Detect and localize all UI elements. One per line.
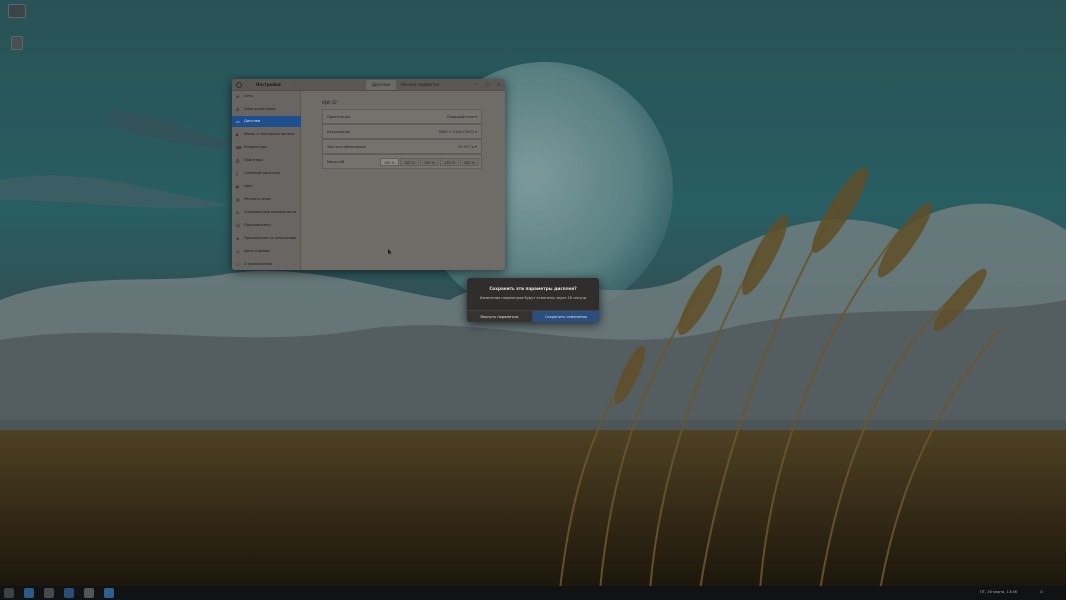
taskbar: ПТ, 16 марта, 13:46 ⏻	[0, 586, 1066, 600]
terminal-icon[interactable]	[44, 588, 54, 598]
refresh-rate-value: 29.97 Гц	[457, 145, 475, 149]
sidebar-item-label: Цвет	[244, 184, 254, 188]
displays-panel: HJW 32" Ориентация Ландшафтная ▾ Разреше…	[302, 91, 505, 270]
scale-option-150[interactable]: 150 %	[420, 158, 439, 166]
usb-drive-icon: ▯	[236, 171, 239, 176]
maximize-icon[interactable]: □	[486, 82, 490, 87]
settings-sidebar: ≋ Сеть ⏻ Электропитание ▭ Дисплеи ◖ Мышь и с…	[232, 91, 301, 270]
sidebar-item-printers[interactable]: ⎙ Принтеры	[232, 155, 301, 166]
sidebar-item-label: Дисплеи	[244, 119, 261, 123]
resolution-dropdown[interactable]: 3840 × 2160 (16:9) ▾	[438, 130, 477, 134]
sidebar-item-label: Сеть	[244, 94, 253, 98]
trash-icon	[11, 36, 23, 50]
desktop-icon-trash[interactable]	[6, 36, 28, 58]
sidebar-item-mouse[interactable]: ◖ Мышь и сенсорная панель	[232, 129, 301, 140]
browser-icon[interactable]	[64, 588, 74, 598]
clock-icon: ◷	[236, 249, 240, 254]
mouse-pointer-icon	[388, 249, 392, 255]
close-icon[interactable]: ×	[497, 82, 500, 87]
sidebar-item-label: Клавиатура	[244, 145, 267, 149]
keep-changes-button[interactable]: Сохранить изменения	[533, 310, 599, 322]
refresh-rate-label: Частота обновления	[327, 145, 366, 149]
chevron-down-icon: ▾	[475, 145, 477, 149]
search-icon[interactable]	[236, 82, 242, 88]
scale-option-175[interactable]: 175 %	[440, 158, 459, 166]
dialog-title: Сохранить эти параметры дисплея?	[489, 286, 577, 291]
chevron-down-icon: ▾	[475, 115, 477, 119]
accessibility-icon: ♿	[236, 210, 240, 215]
minimize-icon[interactable]: –	[475, 82, 477, 87]
sidebar-item-keyboard[interactable]: ⌨ Клавиатура	[232, 142, 301, 153]
scale-row: Масштаб 100 % 125 % 150 % 175 % 200 %	[322, 154, 482, 169]
sidebar-item-label: Приложения по умолчанию	[244, 236, 297, 240]
color-icon: ◐	[236, 184, 240, 189]
sidebar-item-label: Электропитание	[244, 107, 276, 111]
sidebar-item-region[interactable]: ◍ Регион и язык	[232, 194, 301, 205]
sidebar-item-label: Мышь и сенсорная панель	[244, 132, 295, 136]
scale-option-100[interactable]: 100 %	[380, 158, 399, 166]
printer-icon: ⎙	[236, 158, 240, 163]
orientation-dropdown[interactable]: Ландшафтная ▾	[447, 115, 477, 119]
refresh-rate-row[interactable]: Частота обновления 29.97 Гц ▾	[322, 139, 482, 154]
resolution-row[interactable]: Разрешение 3840 × 2160 (16:9) ▾	[322, 124, 482, 139]
sidebar-item-label: Принтеры	[244, 158, 264, 162]
sidebar-item-label: Регион и язык	[244, 197, 271, 201]
activities-icon[interactable]	[4, 588, 14, 598]
sidebar-item-label: Съёмный носитель	[244, 171, 281, 175]
tab-displays[interactable]: Дисплеи	[366, 80, 396, 90]
folder-icon	[8, 4, 26, 18]
sidebar-item-date-time[interactable]: ◷ Дата и время	[232, 246, 301, 257]
desktop-icon-home-folder[interactable]	[6, 4, 28, 26]
sidebar-item-label: Пользователи	[244, 223, 271, 227]
tab-night-light[interactable]: Ночная подсветка	[398, 80, 442, 90]
sidebar-item-label: Специальные возможности	[244, 210, 297, 214]
chevron-down-icon: ▾	[475, 130, 477, 134]
settings-window: Настройки ⋮ Дисплеи Ночная подсветка – □…	[232, 79, 505, 270]
scale-option-200[interactable]: 200 %	[460, 158, 479, 166]
window-titlebar: Настройки ⋮ Дисплеи Ночная подсветка – □…	[232, 79, 505, 91]
files-icon[interactable]	[24, 588, 34, 598]
orientation-value: Ландшафтная	[446, 115, 475, 119]
clock-display[interactable]: ПТ, 16 марта, 13:46	[980, 590, 1017, 594]
sidebar-item-network[interactable]: ≋ Сеть	[232, 91, 301, 102]
mouse-icon: ◖	[236, 132, 239, 137]
revert-settings-button[interactable]: Вернуть параметры	[467, 310, 533, 322]
keep-display-settings-dialog: Сохранить эти параметры дисплея? Изменен…	[467, 278, 599, 322]
users-icon: ☺	[236, 223, 241, 228]
sidebar-item-removable-media[interactable]: ▯ Съёмный носитель	[232, 168, 301, 179]
power-icon: ⏻	[236, 107, 240, 112]
refresh-rate-dropdown[interactable]: 29.97 Гц ▾	[458, 145, 477, 149]
dialog-message: Изменения параметров будут отменены чере…	[479, 296, 587, 300]
scale-label: Масштаб	[327, 160, 345, 164]
sidebar-item-displays[interactable]: ▭ Дисплеи	[232, 116, 301, 127]
active-app-icon[interactable]	[104, 588, 114, 598]
globe-icon: ◍	[236, 197, 240, 202]
sidebar-item-about[interactable]: ⓘ О приложении	[232, 259, 301, 270]
sidebar-item-accessibility[interactable]: ♿ Специальные возможности	[232, 207, 301, 218]
sidebar-item-power[interactable]: ⏻ Электропитание	[232, 104, 301, 115]
scale-option-125[interactable]: 125 %	[400, 158, 419, 166]
menu-icon[interactable]: ⋮	[292, 82, 296, 87]
keyboard-icon: ⌨	[236, 145, 242, 150]
system-tray-icon[interactable]: ⏻	[1040, 590, 1043, 594]
display-icon: ▭	[236, 119, 240, 124]
star-icon: ★	[236, 236, 240, 241]
orientation-row[interactable]: Ориентация Ландшафтная ▾	[322, 109, 482, 124]
monitor-name: HJW 32"	[322, 100, 339, 105]
sidebar-item-color[interactable]: ◐ Цвет	[232, 181, 301, 192]
settings-icon[interactable]	[84, 588, 94, 598]
sidebar-item-users[interactable]: ☺ Пользователи	[232, 220, 301, 231]
sidebar-item-label: О приложении	[244, 262, 272, 266]
sidebar-item-default-apps[interactable]: ★ Приложения по умолчанию	[232, 233, 301, 244]
resolution-label: Разрешение	[327, 130, 351, 134]
network-icon: ≋	[236, 94, 240, 99]
sidebar-header: Настройки ⋮	[232, 79, 301, 91]
sidebar-item-label: Дата и время	[244, 249, 270, 253]
resolution-value: 3840 × 2160 (16:9)	[438, 130, 475, 134]
orientation-label: Ориентация	[327, 115, 351, 119]
sidebar-title: Настройки	[256, 82, 281, 87]
info-icon: ⓘ	[236, 262, 240, 267]
